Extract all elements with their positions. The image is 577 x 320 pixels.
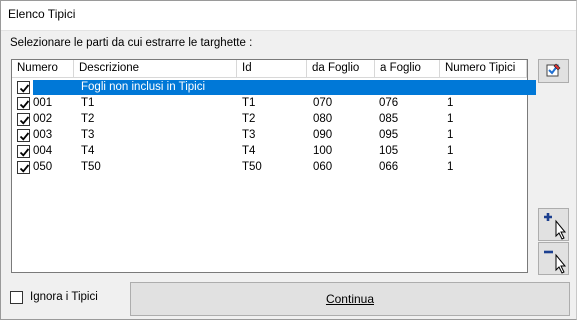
checkmark-icon [19,148,30,157]
elenco-tipici-dialog: Elenco Tipici Selezionare le parti da cu… [0,0,577,320]
checkmark-icon [19,100,30,109]
instruction-label: Selezionare le parti da cui estrarre le … [10,37,253,49]
cell-numero-tipici: 1 [447,129,454,141]
cell-numero: 004 [33,145,53,157]
cell-da-foglio: 080 [313,113,333,125]
table-row[interactable]: T1 T1 070 076 1 001 [12,96,527,112]
cell-da-foglio: 070 [313,97,333,109]
cell-numero: 001 [33,97,53,109]
cell-numero-tipici: 1 [447,113,454,125]
cell-numero: 002 [33,113,53,125]
cell-numero-tipici: 1 [447,145,454,157]
cell-a-foglio: 095 [379,129,399,141]
column-header-numero-tipici[interactable]: Numero Tipici [440,60,527,78]
cell-descrizione: Fogli non inclusi in Tipici [81,81,206,93]
table-header: Numero Descrizione Id da Foglio a Foglio… [12,60,527,78]
row-checkbox[interactable] [17,113,30,126]
table-row[interactable]: T50 T50 060 066 1 050 [12,160,527,176]
tipici-table[interactable]: Numero Descrizione Id da Foglio a Foglio… [11,59,536,273]
cell-descrizione: T2 [81,113,95,125]
cell-a-foglio: 066 [379,161,399,173]
row-checkbox[interactable] [17,145,30,158]
cell-da-foglio: 090 [313,129,333,141]
title-bar[interactable]: Elenco Tipici [1,1,576,31]
cell-descrizione: T1 [81,97,95,109]
cell-a-foglio: 105 [379,145,399,157]
cell-descrizione: T3 [81,129,95,141]
select-all-button[interactable] [538,59,569,83]
check-select-icon [546,63,561,77]
remove-cursor-icon [544,250,567,274]
ignore-tipici-label[interactable]: Ignora i Tipici [30,291,98,303]
continue-button[interactable]: Continua [130,282,570,316]
cell-numero: 050 [33,161,53,173]
row-checkbox[interactable] [17,81,30,94]
add-tipico-button[interactable] [538,208,569,241]
table-row[interactable]: T3 T3 090 095 1 003 [12,128,527,144]
cell-da-foglio: 060 [313,161,333,173]
cell-id: T2 [242,113,256,125]
window-title: Elenco Tipici [8,7,76,21]
cell-id: T4 [242,145,256,157]
continue-button-label: Continua [325,292,375,306]
cell-id: T1 [242,97,256,109]
ignore-tipici-checkbox[interactable] [10,291,23,304]
cell-numero-tipici: 1 [447,161,454,173]
cell-da-foglio: 100 [313,145,333,157]
checkmark-icon [19,116,30,125]
remove-tipico-button[interactable] [538,242,569,275]
checkmark-icon [19,84,30,93]
table-row[interactable]: T4 T4 100 105 1 004 [12,144,527,160]
column-header-da-foglio[interactable]: da Foglio [307,60,375,78]
column-header-a-foglio[interactable]: a Foglio [375,60,440,78]
cell-a-foglio: 076 [379,97,399,109]
cell-a-foglio: 085 [379,113,399,125]
table-row[interactable]: Fogli non inclusi in Tipici [12,80,536,96]
cell-numero-tipici: 1 [447,97,454,109]
column-header-numero[interactable]: Numero [12,60,74,78]
add-cursor-icon [544,213,567,240]
column-header-id[interactable]: Id [237,60,307,78]
cell-descrizione: T50 [81,161,101,173]
cell-id: T3 [242,129,256,141]
row-checkbox[interactable] [17,129,30,142]
row-checkbox[interactable] [17,97,30,110]
checkmark-icon [19,164,30,173]
cell-descrizione: T4 [81,145,95,157]
table-row[interactable]: T2 T2 080 085 1 002 [12,112,527,128]
cell-id: T50 [242,161,262,173]
row-checkbox[interactable] [17,161,30,174]
cell-numero: 003 [33,129,53,141]
column-header-descrizione[interactable]: Descrizione [74,60,237,78]
checkmark-icon [19,132,30,141]
